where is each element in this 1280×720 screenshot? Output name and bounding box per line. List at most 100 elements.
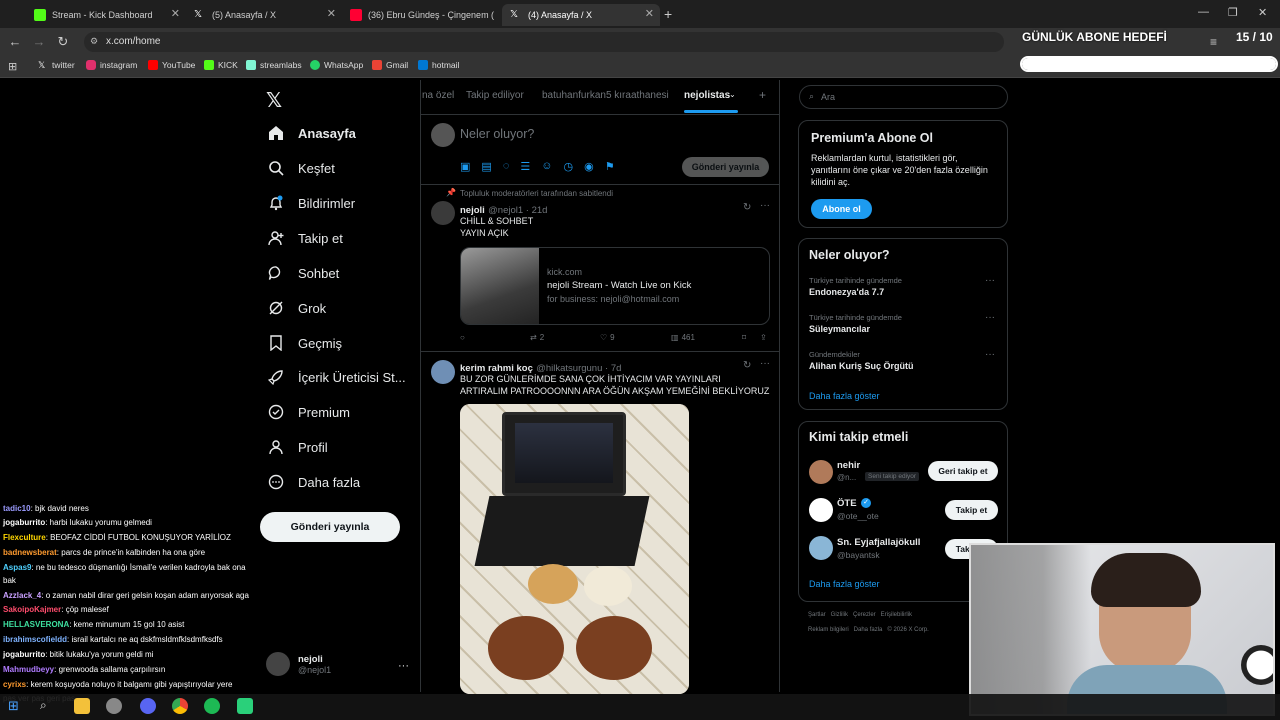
site-info-icon[interactable]: ⚙ <box>90 36 100 46</box>
browser-tab[interactable]: (36) Ebru Gündeş - Çingenem ( <box>342 4 502 26</box>
x-logo-icon[interactable]: 𝕏 <box>266 88 282 113</box>
trend-item[interactable]: Türkiye tarihinde gündemde Süleymancılar <box>809 313 902 334</box>
bookmark-gmail[interactable]: Gmail <box>372 60 408 70</box>
nav-item-geçmiş[interactable]: Geçmiş <box>268 335 342 351</box>
footer-links[interactable]: Şartlar Gizlilik Çerezler Erişilebilirli… <box>808 612 912 618</box>
close-icon[interactable]: ✕ <box>327 7 336 20</box>
new-tab-button[interactable]: + <box>664 6 672 22</box>
show-more-link[interactable]: Daha fazla göster <box>809 391 880 401</box>
close-icon[interactable]: ✕ <box>645 7 654 20</box>
bookmark-instagram[interactable]: instagram <box>86 60 137 70</box>
spotify-icon[interactable] <box>204 698 220 714</box>
apps-grid-icon[interactable]: ⊞ <box>8 60 17 73</box>
more-icon[interactable]: ··· <box>985 349 995 360</box>
windows-start-icon[interactable]: ⊞ <box>8 698 24 714</box>
menu-icon[interactable]: ≡ <box>1210 35 1217 49</box>
avatar[interactable] <box>431 201 455 225</box>
grok-icon[interactable]: ↻ <box>743 360 751 371</box>
bookmark-youtube[interactable]: YouTube <box>148 60 195 70</box>
url-input[interactable]: x.com/home <box>84 32 1004 52</box>
gif-icon[interactable]: ▤ <box>481 160 491 173</box>
nav-item-i-çerik-üreticisi-st[interactable]: İçerik Üreticisi St... <box>268 369 406 385</box>
nav-item-sohbet[interactable]: Sohbet <box>268 265 339 281</box>
minimize-button[interactable]: — <box>1198 6 1209 18</box>
emoji-icon[interactable]: ☺ <box>541 160 552 173</box>
like-button[interactable]: ♡ 9 <box>600 333 615 342</box>
chevron-down-icon[interactable]: ⌄ <box>729 90 736 99</box>
tab-ozel[interactable]: na özel <box>422 90 454 101</box>
file-explorer-icon[interactable] <box>74 698 90 714</box>
compose-input[interactable]: Neler oluyor? <box>460 127 534 141</box>
tab-kiraathane[interactable]: batuhanfurkan5 kıraathanesi <box>542 90 669 101</box>
show-more-link[interactable]: Daha fazla göster <box>809 579 880 589</box>
trend-item[interactable]: Gündemdekiler Alihan Kuriş Suç Örgütü <box>809 350 914 371</box>
streamlabs-icon[interactable] <box>237 698 253 714</box>
follow-button[interactable]: Takip et <box>945 500 998 520</box>
tweet-image[interactable] <box>460 404 689 694</box>
browser-tab-active[interactable]: 𝕏 (4) Anasayfa / X ✕ <box>502 4 660 26</box>
app-icon[interactable] <box>106 698 122 714</box>
bookmark-streamlabs[interactable]: streamlabs <box>246 60 302 70</box>
avatar[interactable] <box>809 536 833 560</box>
image-icon[interactable]: ▣ <box>460 160 470 173</box>
nav-item-profil[interactable]: Profil <box>268 439 328 455</box>
compose-post-button[interactable]: Gönderi yayınla <box>682 157 769 177</box>
nav-item-premium[interactable]: Premium <box>268 404 350 420</box>
views-button[interactable]: ▥ 461 <box>671 333 695 342</box>
tab-takip-ediliyor[interactable]: Takip ediliyor <box>466 90 524 101</box>
account-switcher[interactable]: nejoli @nejol1 <box>266 652 331 676</box>
nav-item-keşfet[interactable]: Keşfet <box>268 160 335 176</box>
bookmark-kick[interactable]: KICK <box>204 60 238 70</box>
nav-item-grok[interactable]: Grok <box>268 300 326 316</box>
avatar[interactable] <box>431 360 455 384</box>
forward-icon[interactable]: → <box>30 33 48 51</box>
follow-name[interactable]: Sn. Eyjafjallajökull <box>837 537 920 548</box>
bookmark-twitter[interactable]: 𝕏twitter <box>38 60 75 70</box>
retweet-button[interactable]: ⇄ 2 <box>530 333 544 342</box>
close-window-button[interactable]: ✕ <box>1258 6 1267 19</box>
browser-tab[interactable]: Stream - Kick Dashboard ✕ <box>26 4 186 26</box>
tab-nejolistas[interactable]: nejolistas <box>684 90 730 101</box>
trend-item[interactable]: Türkiye tarihinde gündemde Endonezya'da … <box>809 276 902 297</box>
flag-icon[interactable]: ⚑ <box>605 160 615 173</box>
footer-links[interactable]: Reklam bilgileri Daha fazla © 2026 X Cor… <box>808 627 929 633</box>
restore-button[interactable]: ❐ <box>1228 6 1238 19</box>
reply-button[interactable]: ○ <box>460 333 465 342</box>
location-icon[interactable]: ◉ <box>584 160 594 173</box>
nav-item-bildirimler[interactable]: Bildirimler <box>268 195 355 211</box>
subscribe-button[interactable]: Abone ol <box>811 199 872 219</box>
share-button[interactable]: ⇪ <box>760 333 767 342</box>
chrome-icon[interactable] <box>172 698 188 714</box>
more-icon[interactable]: ··· <box>760 358 770 369</box>
browser-tab[interactable]: 𝕏 (5) Anasayfa / X ✕ <box>186 4 342 26</box>
follow-name[interactable]: ÖTE <box>837 498 857 509</box>
more-icon[interactable]: ··· <box>985 312 995 323</box>
more-icon[interactable]: ··· <box>398 660 409 672</box>
more-icon[interactable]: ··· <box>985 275 995 286</box>
add-list-icon[interactable]: + <box>759 88 766 102</box>
avatar[interactable] <box>809 460 833 484</box>
search-icon[interactable]: ⌕ <box>40 698 56 714</box>
follow-name[interactable]: nehir <box>837 460 860 471</box>
bookmark-whatsapp[interactable]: WhatsApp <box>310 60 363 70</box>
bookmark-hotmail[interactable]: hotmail <box>418 60 459 70</box>
search-input[interactable]: ⌕ Ara <box>799 85 1008 109</box>
grok-icon[interactable]: ↻ <box>743 202 751 213</box>
schedule-icon[interactable]: ◷ <box>563 160 573 173</box>
reload-icon[interactable]: ↻ <box>54 33 72 51</box>
close-icon[interactable]: ✕ <box>171 7 180 20</box>
chat-icon <box>268 265 284 281</box>
back-icon[interactable]: ← <box>6 33 24 51</box>
more-icon[interactable]: ··· <box>760 200 770 211</box>
nav-item-anasayfa[interactable]: Anasayfa <box>268 125 356 141</box>
bookmark-button[interactable]: ⌑ <box>742 333 746 342</box>
nav-item-daha-fazla[interactable]: Daha fazla <box>268 474 360 490</box>
nav-item-takip-et[interactable]: Takip et <box>268 230 343 246</box>
follow-back-button[interactable]: Geri takip et <box>928 461 998 481</box>
post-button[interactable]: Gönderi yayınla <box>260 512 400 542</box>
discord-icon[interactable] <box>140 698 156 714</box>
link-card[interactable]: kick.com nejoli Stream - Watch Live on K… <box>460 247 770 325</box>
poll-icon[interactable]: ☰ <box>520 160 530 173</box>
grok-icon[interactable]: ◌ <box>503 160 510 173</box>
avatar[interactable] <box>809 498 833 522</box>
